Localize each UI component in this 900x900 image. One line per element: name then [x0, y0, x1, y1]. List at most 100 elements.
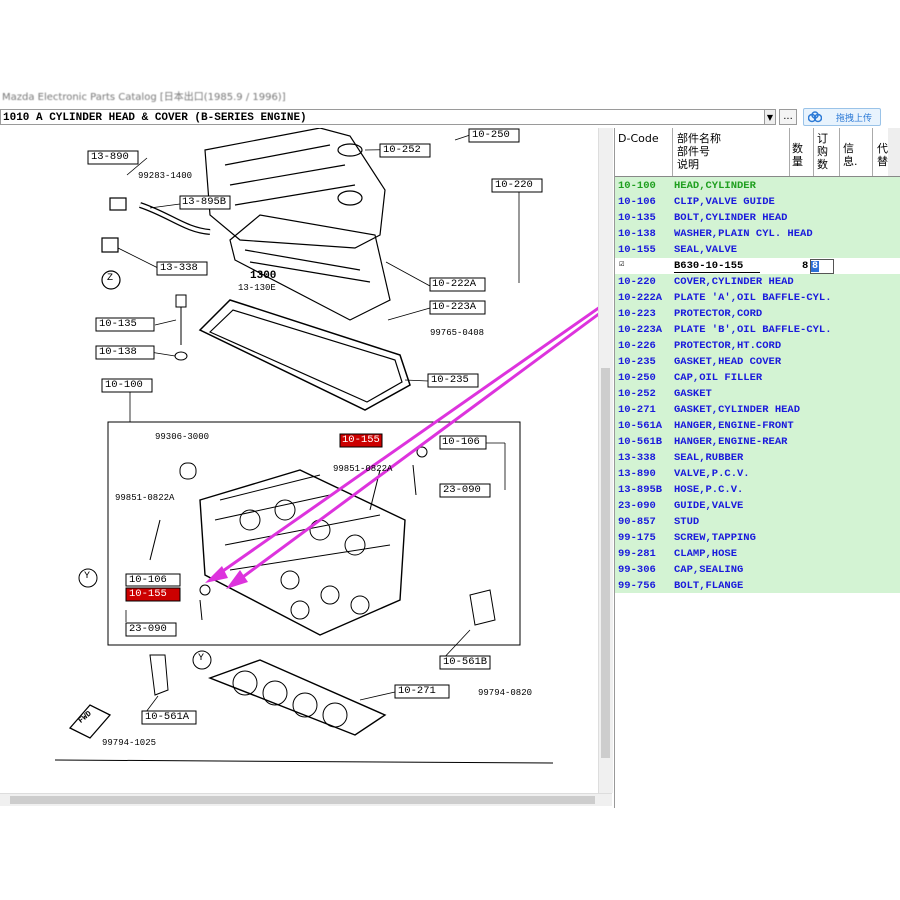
parts-list-scrollbar[interactable]: [888, 128, 900, 176]
part-code: 13-338: [618, 452, 656, 464]
part-desc: CLIP,VALVE GUIDE: [674, 196, 775, 208]
list-item[interactable]: 10-155 SEAL,VALVE: [615, 242, 900, 258]
list-item[interactable]: 10-100 HEAD,CYLINDER: [615, 178, 900, 194]
list-item[interactable]: 10-223 PROTECTOR,CORD: [615, 306, 900, 322]
part-code: 23-090: [618, 500, 656, 512]
part-code: 10-250: [618, 372, 656, 384]
part-desc: BOLT,FLANGE: [674, 580, 744, 592]
more-button[interactable]: ...: [779, 109, 797, 125]
diagram-horizontal-scrollbar[interactable]: [0, 793, 612, 806]
scroll-thumb[interactable]: [10, 796, 595, 804]
part-desc: GUIDE,VALVE: [674, 500, 744, 512]
part-code: 10-222A: [618, 292, 663, 304]
part-desc: SCREW,TAPPING: [674, 532, 756, 544]
part-desc: SEAL,VALVE: [674, 244, 738, 256]
cloud-icon: [808, 111, 822, 123]
list-item[interactable]: 10-235 GASKET,HEAD COVER: [615, 354, 900, 370]
part-code: 10-226: [618, 340, 656, 352]
scroll-thumb[interactable]: [601, 368, 610, 758]
part-desc: PLATE 'B',OIL BAFFLE-CYL.: [674, 324, 832, 336]
part-desc: STUD: [674, 516, 700, 528]
part-desc: SEAL,RUBBER: [674, 452, 744, 464]
part-desc: CAP,SEALING: [674, 564, 744, 576]
part-desc: COVER,CYLINDER HEAD: [674, 276, 794, 288]
order-qty-input[interactable]: 8: [810, 259, 834, 274]
list-item[interactable]: 99-281 CLAMP,HOSE: [615, 546, 900, 562]
part-desc: PROTECTOR,CORD: [674, 308, 763, 320]
page-select[interactable]: 1010 A CYLINDER HEAD & COVER (B-SERIES E…: [0, 109, 776, 125]
list-item[interactable]: 10-250 CAP,OIL FILLER: [615, 370, 900, 386]
qty-value: 8: [802, 260, 809, 272]
part-code: 13-895B: [618, 484, 663, 496]
part-code: 10-252: [618, 388, 656, 400]
part-code: 10-138: [618, 228, 656, 240]
list-item[interactable]: 23-090 GUIDE,VALVE: [615, 498, 900, 514]
part-code: 10-561B: [618, 436, 663, 448]
part-code: 10-235: [618, 356, 656, 368]
list-item[interactable]: 10-561B HANGER,ENGINE-REAR: [615, 434, 900, 450]
part-desc: GASKET,HEAD COVER: [674, 356, 782, 368]
parts-diagram[interactable]: 10-250 10-252 13-890 13-895B 13-338 10-2…: [0, 127, 616, 793]
list-item[interactable]: 13-890 VALVE,P.C.V.: [615, 466, 900, 482]
order-qty-value: 8: [811, 261, 820, 272]
list-item[interactable]: 13-895B HOSE,P.C.V.: [615, 482, 900, 498]
part-code: 10-223: [618, 308, 656, 320]
part-desc: GASKET,CYLINDER HEAD: [674, 404, 801, 416]
part-code: 99-281: [618, 548, 656, 560]
col-order-qty[interactable]: 订 购 数: [817, 132, 828, 171]
part-code: 99-175: [618, 532, 656, 544]
list-item[interactable]: 10-271 GASKET,CYLINDER HEAD: [615, 402, 900, 418]
part-desc: BOLT,CYLINDER HEAD: [674, 212, 788, 224]
diagram-vertical-scrollbar[interactable]: [598, 128, 613, 793]
window-title-text: Mazda Electronic Parts Catalog [日本出口(198…: [2, 92, 286, 103]
part-code: 10-155: [618, 244, 656, 256]
part-code: 13-890: [618, 468, 656, 480]
part-desc: HOSE,P.C.V.: [674, 484, 744, 496]
col-qty[interactable]: 数 量: [792, 142, 803, 168]
list-item[interactable]: 10-222A PLATE 'A',OIL BAFFLE-CYL.: [615, 290, 900, 306]
bolt-drawing: [174, 294, 188, 361]
col-d-code[interactable]: D-Code: [618, 132, 659, 145]
col-part-name[interactable]: 部件名称 部件号 说明: [677, 132, 721, 171]
upload-label: 拖拽上传: [836, 114, 873, 124]
parts-list-header: D-Code 部件名称 部件号 说明 数 量 订 购 数 信 息. 代 替: [615, 128, 900, 177]
parts-list: 10-100 HEAD,CYLINDER 10-106 CLIP,VALVE G…: [615, 177, 900, 593]
part-code: 10-220: [618, 276, 656, 288]
list-item[interactable]: 99-175 SCREW,TAPPING: [615, 530, 900, 546]
part-desc: PROTECTOR,HT.CORD: [674, 340, 782, 352]
upload-button[interactable]: 拖拽上传: [803, 108, 881, 126]
col-info[interactable]: 信 息.: [843, 142, 858, 168]
list-item[interactable]: 10-226 PROTECTOR,HT.CORD: [615, 338, 900, 354]
toolbar: 1010 A CYLINDER HEAD & COVER (B-SERIES E…: [0, 108, 900, 128]
window-title: Mazda Electronic Parts Catalog [日本出口(198…: [0, 88, 610, 104]
part-code: 10-223A: [618, 324, 663, 336]
part-code: 10-106: [618, 196, 656, 208]
part-desc: CAP,OIL FILLER: [674, 372, 763, 384]
list-item[interactable]: 10-252 GASKET: [615, 386, 900, 402]
list-item[interactable]: 99-306 CAP,SEALING: [615, 562, 900, 578]
page-select-value: 1010 A CYLINDER HEAD & COVER (B-SERIES E…: [3, 112, 307, 124]
part-desc: HANGER,ENGINE-REAR: [674, 436, 788, 448]
list-item[interactable]: 90-857 STUD: [615, 514, 900, 530]
chevron-down-icon[interactable]: ▼: [764, 109, 776, 125]
part-desc: VALVE,P.C.V.: [674, 468, 750, 480]
cylinder-head-cover-drawing: [198, 127, 411, 411]
part-desc: HANGER,ENGINE-FRONT: [674, 420, 794, 432]
list-item[interactable]: 10-106 CLIP,VALVE GUIDE: [615, 194, 900, 210]
part-desc: CLAMP,HOSE: [674, 548, 738, 560]
list-item[interactable]: 10-135 BOLT,CYLINDER HEAD: [615, 210, 900, 226]
list-item[interactable]: 10-561A HANGER,ENGINE-FRONT: [615, 418, 900, 434]
part-desc: WASHER,PLAIN CYL. HEAD: [674, 228, 813, 240]
col-replace[interactable]: 代 替: [877, 142, 888, 168]
part-number-field[interactable]: B630-10-155: [674, 260, 760, 273]
list-item[interactable]: 10-223A PLATE 'B',OIL BAFFLE-CYL.: [615, 322, 900, 338]
part-desc: HEAD,CYLINDER: [674, 180, 756, 192]
part-code: 10-271: [618, 404, 656, 416]
part-code: 10-561A: [618, 420, 663, 432]
selected-part-row[interactable]: ☑ B630-10-155 8 8: [615, 258, 900, 274]
list-item[interactable]: 10-220 COVER,CYLINDER HEAD: [615, 274, 900, 290]
checkbox[interactable]: ☑: [619, 259, 624, 269]
list-item[interactable]: 13-338 SEAL,RUBBER: [615, 450, 900, 466]
list-item[interactable]: 99-756 BOLT,FLANGE: [615, 578, 900, 594]
list-item[interactable]: 10-138 WASHER,PLAIN CYL. HEAD: [615, 226, 900, 242]
